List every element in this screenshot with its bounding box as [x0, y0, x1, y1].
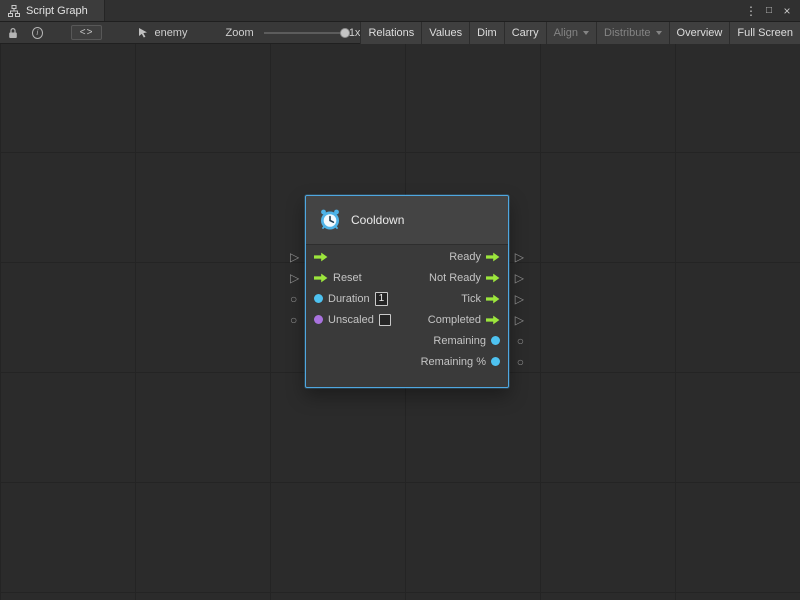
flow-input-connector-icon[interactable]: ▷: [290, 251, 299, 263]
values-label: Values: [429, 27, 462, 39]
not-ready-port-icon[interactable]: [486, 273, 500, 283]
graph-target[interactable]: enemy: [138, 27, 187, 39]
flow-input-connector-icon[interactable]: ▷: [290, 272, 299, 284]
flow-output-connector-icon[interactable]: ▷: [515, 293, 524, 305]
dim-label: Dim: [477, 27, 497, 39]
graph-toolbar: i <> enemy Zoom 1x Relations Values Dim …: [0, 22, 800, 44]
full-screen-label: Full Screen: [737, 27, 793, 39]
value-output-connector-icon[interactable]: ○: [517, 356, 524, 368]
value-input-connector-icon[interactable]: ○: [290, 293, 297, 305]
unscaled-checkbox[interactable]: [379, 314, 391, 326]
duration-value-field[interactable]: 1: [375, 292, 389, 306]
not-ready-port-label: Not Ready: [429, 272, 481, 284]
remaining-pct-port-icon[interactable]: [491, 357, 500, 366]
completed-port-icon[interactable]: [486, 315, 500, 325]
duration-port-icon[interactable]: [314, 294, 323, 303]
cooldown-node-header[interactable]: Cooldown: [306, 196, 508, 245]
flow-enter-port-icon[interactable]: [314, 252, 328, 262]
relations-button[interactable]: Relations: [360, 22, 421, 44]
zoom-slider-handle[interactable]: [340, 28, 350, 38]
window-menu-icon[interactable]: ⋮: [742, 1, 760, 21]
align-label: Align: [554, 27, 578, 39]
overview-button[interactable]: Overview: [669, 22, 730, 44]
window-close-icon[interactable]: ×: [778, 1, 796, 21]
dim-button[interactable]: Dim: [469, 22, 504, 44]
code-preview-button[interactable]: <>: [71, 25, 103, 40]
zoom-slider-track[interactable]: [264, 32, 341, 34]
value-output-connector-icon[interactable]: ○: [517, 335, 524, 347]
script-graph-icon: [8, 5, 20, 17]
pointer-icon: [138, 27, 149, 38]
carry-label: Carry: [512, 27, 539, 39]
chevron-down-icon: [583, 31, 589, 35]
relations-label: Relations: [368, 27, 414, 39]
node-title: Cooldown: [351, 213, 404, 227]
flow-output-connector-icon[interactable]: ▷: [515, 314, 524, 326]
lock-icon[interactable]: [4, 22, 22, 44]
port-row: ○ Unscaled Completed ▷: [306, 309, 508, 330]
carry-button[interactable]: Carry: [504, 22, 546, 44]
value-input-connector-icon[interactable]: ○: [290, 314, 297, 326]
unscaled-port-label: Unscaled: [328, 314, 374, 326]
overview-label: Overview: [677, 27, 723, 39]
unscaled-port-icon[interactable]: [314, 315, 323, 324]
chevron-down-icon: [656, 31, 662, 35]
port-row: ○ Duration 1 Tick ▷: [306, 288, 508, 309]
zoom-label: Zoom: [225, 27, 253, 39]
remaining-port-icon[interactable]: [491, 336, 500, 345]
toolbar-button-group: Relations Values Dim Carry Align Distrib…: [360, 22, 800, 44]
title-bar: Script Graph ⋮ □ ×: [0, 0, 800, 22]
alarm-clock-icon: [318, 208, 342, 232]
graph-target-label: enemy: [154, 27, 187, 39]
tab-script-graph[interactable]: Script Graph: [0, 0, 105, 21]
window-maximize-icon[interactable]: □: [760, 1, 778, 21]
cooldown-node[interactable]: Cooldown ▷ Ready: [305, 195, 509, 388]
cooldown-node-body: ▷ Ready ▷ ▷: [306, 245, 508, 387]
graph-canvas[interactable]: Cooldown ▷ Ready: [0, 44, 800, 600]
remaining-pct-port-label: Remaining %: [421, 356, 486, 368]
info-icon[interactable]: i: [32, 27, 43, 39]
port-row: Remaining ○: [306, 330, 508, 351]
flow-output-connector-icon[interactable]: ▷: [515, 251, 524, 263]
duration-port-label: Duration: [328, 293, 370, 305]
zoom-value: 1x: [349, 27, 361, 39]
ready-port-label: Ready: [449, 251, 481, 263]
full-screen-button[interactable]: Full Screen: [729, 22, 800, 44]
distribute-dropdown-button[interactable]: Distribute: [596, 22, 668, 44]
port-row: ▷ Ready ▷: [306, 246, 508, 267]
reset-port-icon[interactable]: [314, 273, 328, 283]
script-graph-window: Script Graph ⋮ □ × i <> enemy Zoom: [0, 0, 800, 600]
values-button[interactable]: Values: [421, 22, 469, 44]
window-controls: ⋮ □ ×: [742, 0, 800, 21]
tick-port-icon[interactable]: [486, 294, 500, 304]
tick-port-label: Tick: [461, 293, 481, 305]
reset-port-label: Reset: [333, 272, 362, 284]
tab-label: Script Graph: [26, 5, 88, 17]
distribute-label: Distribute: [604, 27, 650, 39]
zoom-slider[interactable]: [264, 27, 341, 39]
port-row: ▷ Reset Not Ready ▷: [306, 267, 508, 288]
align-dropdown-button[interactable]: Align: [546, 22, 596, 44]
remaining-port-label: Remaining: [433, 335, 486, 347]
completed-port-label: Completed: [428, 314, 481, 326]
flow-output-connector-icon[interactable]: ▷: [515, 272, 524, 284]
ready-port-icon[interactable]: [486, 252, 500, 262]
port-row: Remaining % ○: [306, 351, 508, 372]
